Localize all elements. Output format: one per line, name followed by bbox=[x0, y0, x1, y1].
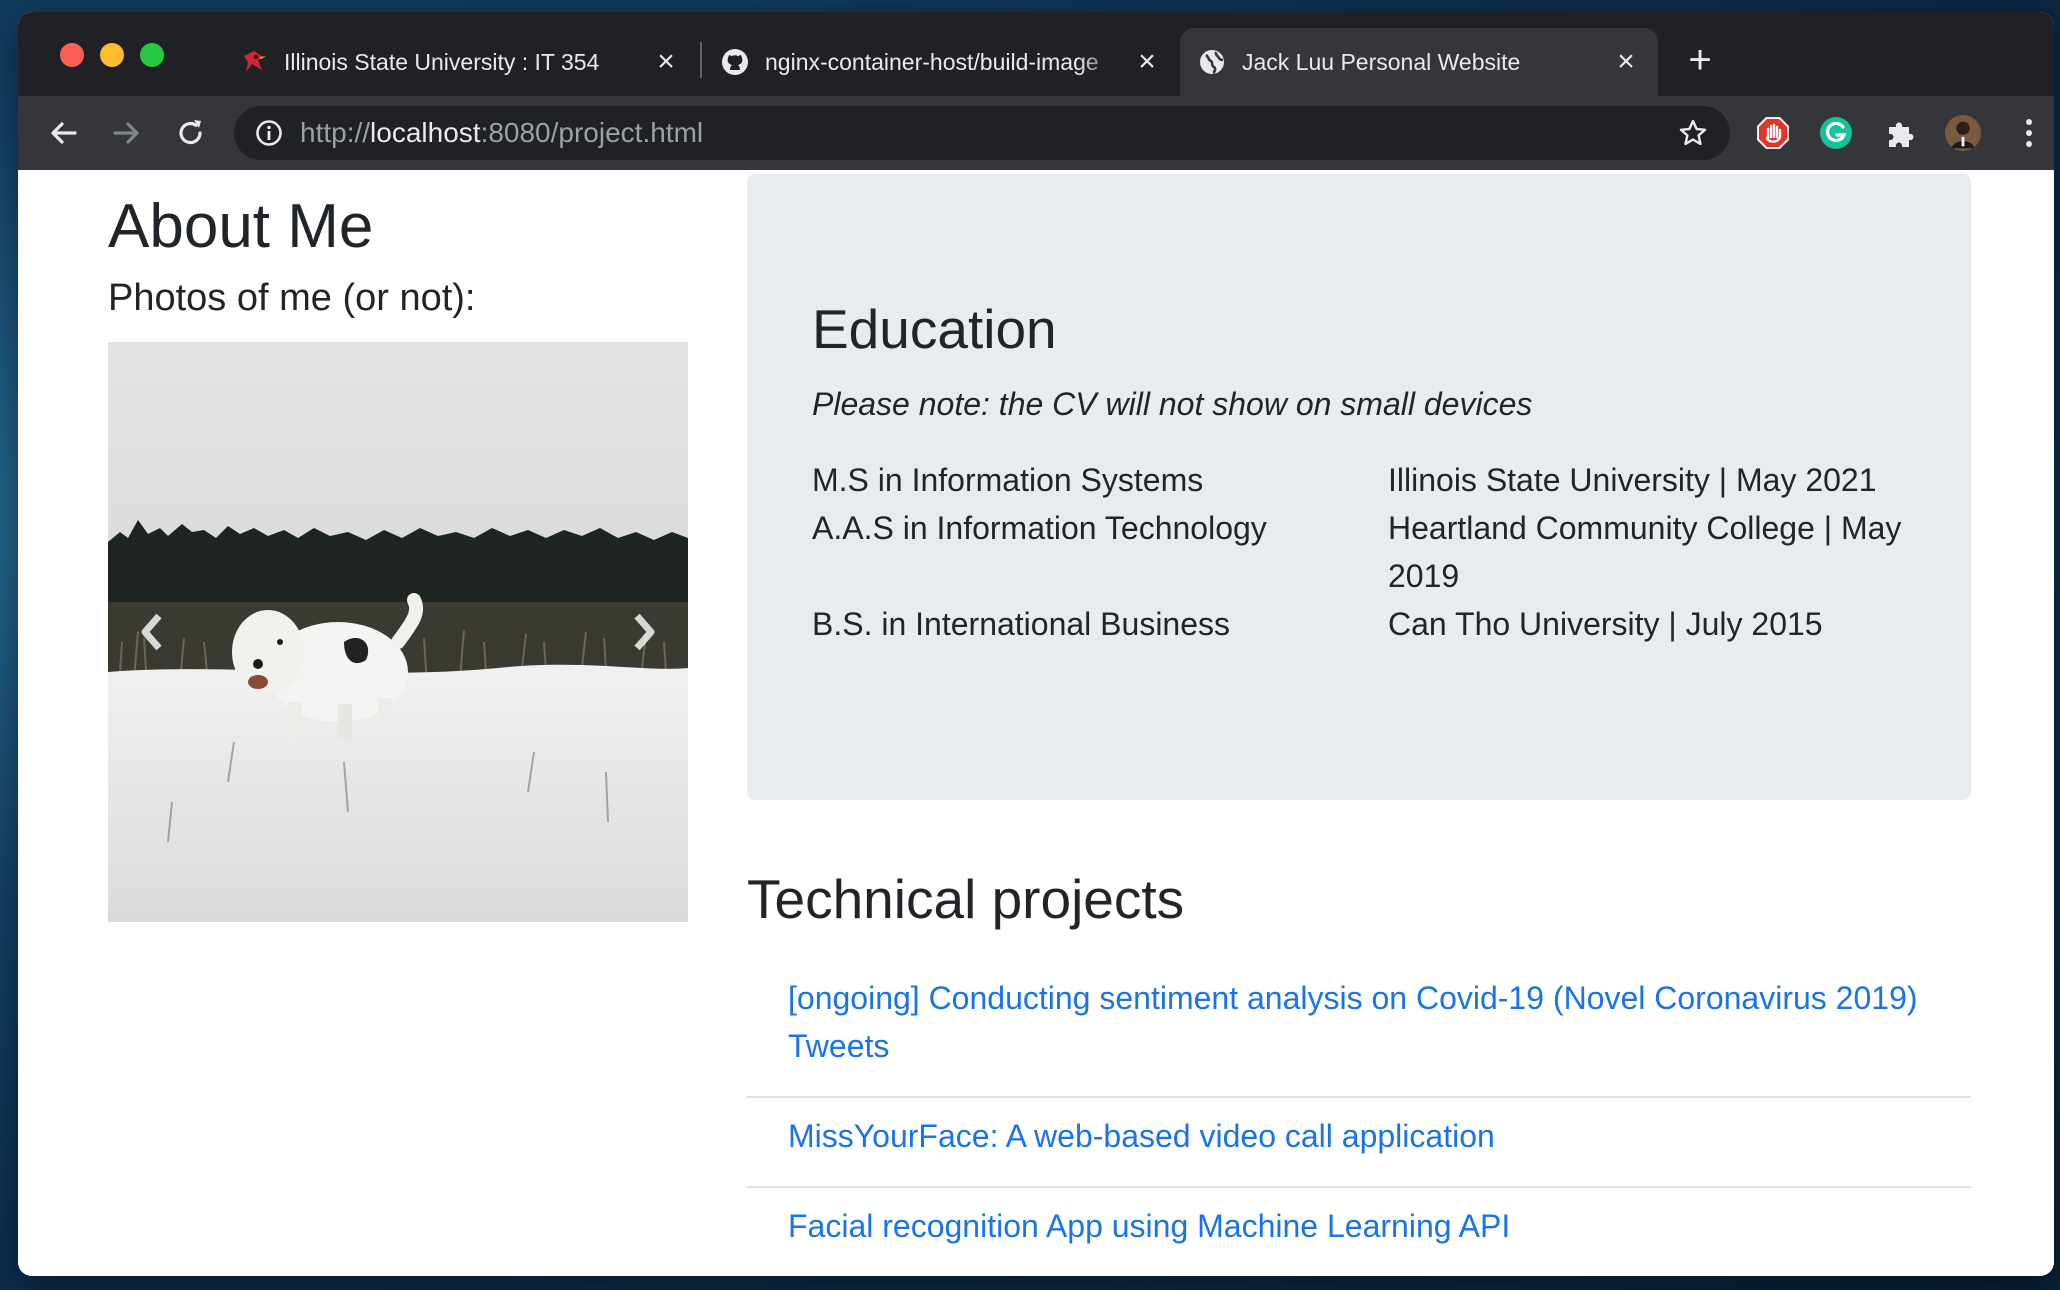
school-cell: Heartland Community College | May 2019 bbox=[1388, 510, 1902, 594]
url-host: localhost bbox=[370, 117, 481, 148]
degree-cell: A.A.S in Information Technology bbox=[812, 510, 1267, 546]
school-cell: Can Tho University | July 2015 bbox=[1388, 606, 1823, 642]
close-tab-icon[interactable]: × bbox=[1612, 45, 1640, 78]
project-link-missyourface[interactable]: MissYourFace: A web-based video call app… bbox=[747, 1098, 1971, 1188]
tab-title: nginx-container-host/build-image bbox=[765, 48, 1099, 75]
browser-toolbar: http://localhost:8080/project.html bbox=[18, 96, 2054, 170]
globe-icon bbox=[1198, 48, 1226, 76]
tab-strip: Illinois State University : IT 354 × ngi… bbox=[18, 12, 2054, 96]
education-table: M.S in Information Systems Illinois Stat… bbox=[812, 456, 1912, 648]
education-row: M.S in Information Systems Illinois Stat… bbox=[812, 456, 1912, 504]
page-content: About Me Photos of me (or not): Educatio… bbox=[18, 170, 2054, 1276]
tab-separator bbox=[700, 42, 702, 78]
photos-title: Photos of me (or not): bbox=[108, 277, 476, 319]
address-bar[interactable]: http://localhost:8080/project.html bbox=[234, 106, 1730, 160]
technical-projects-title: Technical projects bbox=[747, 868, 1185, 930]
photo-carousel[interactable] bbox=[108, 342, 688, 922]
github-icon bbox=[721, 48, 749, 76]
new-tab-button[interactable]: + bbox=[1678, 38, 1722, 82]
tab-active-website[interactable]: Jack Luu Personal Website × bbox=[1180, 28, 1658, 96]
reload-icon[interactable] bbox=[170, 112, 212, 154]
degree-cell: M.S in Information Systems bbox=[812, 462, 1204, 498]
close-tab-icon[interactable]: × bbox=[652, 45, 680, 78]
school-cell: Illinois State University | May 2021 bbox=[1388, 462, 1877, 498]
tab-github[interactable]: nginx-container-host/build-image × bbox=[703, 28, 1179, 96]
redbird-icon bbox=[240, 48, 268, 76]
puzzle-icon[interactable] bbox=[1882, 114, 1920, 152]
browser-window: Illinois State University : IT 354 × ngi… bbox=[18, 12, 2054, 1276]
close-window-button[interactable] bbox=[60, 43, 84, 67]
close-tab-icon[interactable]: × bbox=[1133, 45, 1161, 78]
dog-in-snow-photo bbox=[108, 342, 688, 922]
profile-avatar[interactable] bbox=[1944, 114, 1982, 152]
url-text: http://localhost:8080/project.html bbox=[300, 117, 703, 149]
project-list: [ongoing] Conducting sentiment analysis … bbox=[747, 960, 1971, 1276]
adblock-icon[interactable] bbox=[1754, 114, 1792, 152]
tab-illinois-state[interactable]: Illinois State University : IT 354 × bbox=[222, 28, 698, 96]
project-link-facial-recognition[interactable]: Facial recognition App using Machine Lea… bbox=[747, 1188, 1971, 1276]
url-path: :8080/project.html bbox=[480, 117, 704, 148]
minimize-window-button[interactable] bbox=[100, 43, 124, 67]
back-arrow-icon[interactable] bbox=[42, 112, 84, 154]
project-link-sentiment-analysis[interactable]: [ongoing] Conducting sentiment analysis … bbox=[747, 960, 1971, 1098]
grammarly-icon[interactable] bbox=[1817, 114, 1855, 152]
education-row: A.A.S in Information Technology Heartlan… bbox=[812, 504, 1912, 600]
zoom-window-button[interactable] bbox=[140, 43, 164, 67]
education-row: B.S. in International Business Can Tho U… bbox=[812, 600, 1912, 648]
url-scheme: http:// bbox=[300, 117, 371, 148]
carousel-prev-icon[interactable] bbox=[124, 604, 180, 660]
education-card: Education Please note: the CV will not s… bbox=[747, 174, 1971, 800]
education-note: Please note: the CV will not show on sma… bbox=[812, 386, 1533, 422]
carousel-next-icon[interactable] bbox=[616, 604, 672, 660]
education-title: Education bbox=[812, 298, 1057, 360]
tab-title: Jack Luu Personal Website bbox=[1242, 48, 1521, 75]
browser-menu-icon[interactable] bbox=[2010, 114, 2048, 152]
bookmark-star-icon[interactable] bbox=[1678, 118, 1708, 148]
degree-cell: B.S. in International Business bbox=[812, 606, 1231, 642]
about-title: About Me bbox=[108, 192, 374, 261]
tab-title: Illinois State University : IT 354 bbox=[284, 48, 600, 75]
forward-arrow-icon[interactable] bbox=[106, 112, 148, 154]
site-info-icon[interactable] bbox=[254, 118, 284, 148]
